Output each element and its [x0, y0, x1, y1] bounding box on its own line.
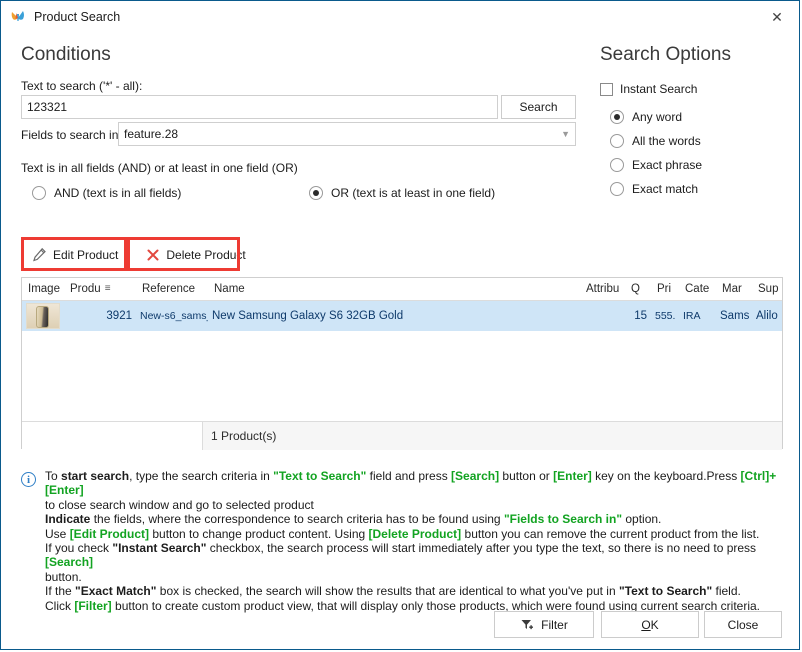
window-title: Product Search — [34, 10, 121, 24]
cell-reference: New-s6_sams_ — [140, 310, 208, 322]
close-button[interactable]: Close — [704, 611, 782, 638]
fields-to-search-combo[interactable]: feature.28 ▼ — [118, 122, 576, 146]
radio-any-word-dot — [610, 110, 624, 124]
grid-footer: 1 Product(s) — [22, 421, 782, 450]
radio-or-label: OR (text is at least in one field) — [331, 186, 496, 200]
help-line-6: button. — [45, 569, 82, 584]
table-row[interactable]: 3921 New-s6_sams_ New Samsung Galaxy S6 … — [22, 301, 782, 331]
products-grid: Image Produ ≡ Reference Name Attribu Q P… — [21, 277, 783, 450]
cross-icon — [146, 248, 160, 262]
window-controls: ? ✕ — [755, 1, 799, 33]
edit-product-label: Edit Product — [53, 247, 119, 262]
filter-button[interactable]: Filter — [494, 611, 594, 638]
column-header-quantity[interactable]: Q — [625, 283, 651, 295]
radio-or-dot — [309, 186, 323, 200]
chevron-down-icon: ▼ — [561, 128, 570, 139]
butterfly-icon — [10, 9, 26, 25]
grid-header-row: Image Produ ≡ Reference Name Attribu Q P… — [22, 278, 782, 301]
column-header-category[interactable]: Cate — [679, 283, 716, 295]
grid-empty-area — [22, 331, 782, 421]
radio-exact-phrase-label: Exact phrase — [632, 158, 703, 172]
radio-exact-match-label: Exact match — [632, 182, 699, 196]
fields-to-search-label: Fields to search in — [21, 128, 119, 142]
cell-price: 555. — [655, 310, 676, 322]
radio-and-label: AND (text is in all fields) — [54, 186, 182, 200]
filter-label: Filter — [541, 617, 568, 632]
cell-name: New Samsung Galaxy S6 32GB Gold — [212, 310, 404, 322]
help-block: i To start search, type the search crite… — [21, 469, 783, 613]
column-header-product-label: Produ — [70, 283, 101, 295]
instant-search-checkbox[interactable]: Instant Search — [600, 82, 697, 96]
close-icon[interactable]: ✕ — [755, 2, 799, 33]
product-search-window: Product Search ? ✕ Conditions Text to se… — [0, 0, 800, 650]
text-to-search-label: Text to search ('*' - all): — [21, 79, 143, 93]
help-line-7: If the "Exact Match" box is checked, the… — [45, 584, 741, 599]
delete-product-label: Delete Product — [166, 247, 246, 262]
cell-quantity: 15 — [634, 310, 647, 322]
column-header-reference[interactable]: Reference — [136, 283, 208, 295]
grid-footer-spacer — [22, 422, 203, 450]
ok-accel: O — [641, 617, 651, 632]
ok-label-rest: K — [650, 617, 659, 632]
column-header-attribute[interactable]: Attribu — [580, 283, 625, 295]
column-header-manufacturer[interactable]: Mar — [716, 283, 752, 295]
product-action-bar: Edit Product Delete Product — [23, 241, 255, 268]
funnel-plus-icon — [520, 618, 534, 632]
pencil-icon — [32, 247, 47, 262]
product-count-label: 1 Product(s) — [203, 422, 782, 450]
checkbox-box — [600, 82, 613, 96]
radio-and-dot — [32, 186, 46, 200]
radio-exact-phrase[interactable]: Exact phrase — [610, 158, 702, 172]
column-header-image[interactable]: Image — [22, 283, 64, 295]
sort-indicator-icon: ≡ — [104, 283, 111, 294]
radio-exact-match-dot — [610, 182, 624, 196]
title-bar: Product Search ? ✕ — [1, 1, 799, 33]
help-line-5: If you check "Instant Search" checkbox, … — [45, 541, 760, 570]
column-header-supplier[interactable]: Sup — [752, 283, 782, 295]
cell-image — [22, 303, 64, 329]
help-line-2: to close search window and go to selecte… — [45, 497, 314, 512]
search-input[interactable] — [21, 95, 498, 119]
help-line-3: Indicate the fields, where the correspon… — [45, 512, 662, 527]
cell-category: IRA — [683, 310, 701, 322]
search-options-heading: Search Options — [600, 44, 731, 65]
radio-all-words-dot — [610, 134, 624, 148]
radio-any-word-label: Any word — [632, 110, 683, 124]
ok-button[interactable]: OK — [601, 611, 699, 638]
help-line-1: To start search, type the search criteri… — [45, 469, 777, 498]
radio-or[interactable]: OR (text is at least in one field) — [309, 186, 495, 200]
help-line-4: Use [Edit Product] button to change prod… — [45, 526, 760, 541]
search-button[interactable]: Search — [501, 95, 576, 119]
radio-all-words[interactable]: All the words — [610, 134, 701, 148]
radio-all-words-label: All the words — [632, 134, 701, 148]
product-thumbnail-icon — [26, 303, 60, 329]
radio-any-word[interactable]: Any word — [610, 110, 682, 124]
help-text: To start search, type the search criteri… — [45, 469, 783, 613]
and-or-label: Text is in all fields (AND) or at least … — [21, 161, 298, 175]
delete-product-button[interactable]: Delete Product — [137, 241, 255, 268]
cell-product-id: 3921 — [106, 310, 132, 322]
instant-search-label: Instant Search — [620, 82, 698, 96]
edit-product-button[interactable]: Edit Product — [23, 241, 128, 268]
column-header-name[interactable]: Name — [208, 283, 580, 295]
conditions-heading: Conditions — [21, 44, 111, 65]
fields-to-search-value: feature.28 — [124, 127, 179, 141]
column-header-product[interactable]: Produ ≡ — [64, 283, 136, 295]
cell-supplier: Alilo — [756, 310, 778, 322]
radio-and[interactable]: AND (text is in all fields) — [32, 186, 181, 200]
radio-exact-phrase-dot — [610, 158, 624, 172]
column-header-price[interactable]: Pri — [651, 283, 679, 295]
info-icon: i — [21, 472, 36, 487]
cell-manufacturer: Sams — [720, 310, 750, 322]
radio-exact-match[interactable]: Exact match — [610, 182, 698, 196]
